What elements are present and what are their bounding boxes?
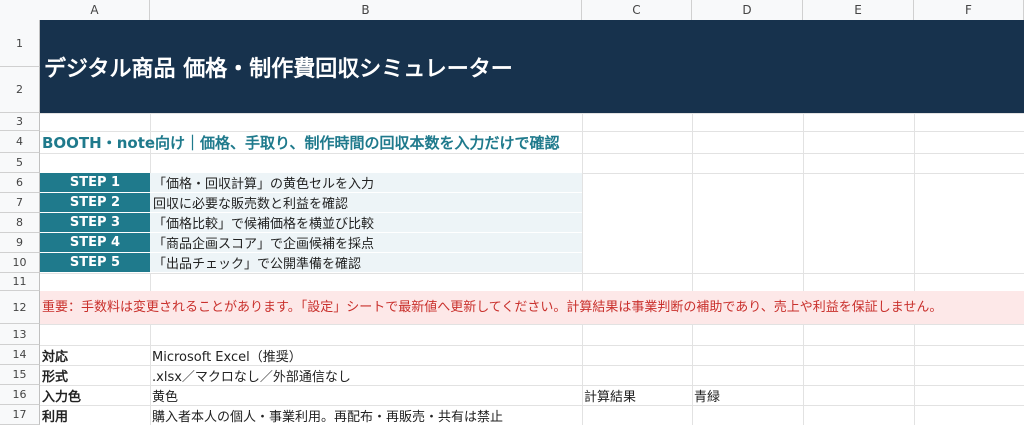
gridline [40,153,1024,154]
step-label-cell[interactable]: STEP 1 [40,173,150,193]
step-desc-cell[interactable]: 「価格比較」で候補価格を横並び比較 [150,213,582,233]
info-value-cell[interactable]: Microsoft Excel（推奨） [150,345,582,365]
info-label-cell[interactable]: 入力色 [40,385,150,405]
gridline [40,273,1024,274]
info-extra-cell-c[interactable]: 計算結果 [582,385,692,405]
row-header-13[interactable]: 13 [0,324,40,345]
step-desc-cell[interactable]: 回収に必要な販売数と利益を確認 [150,193,582,213]
row-header-9[interactable]: 9 [0,233,40,253]
info-value-cell[interactable]: 購入者本人の個人・事業利用。再配布・再販売・共有は禁止 [150,405,582,425]
step-label-cell[interactable]: STEP 5 [40,253,150,273]
info-extra-cell-d[interactable]: 青緑 [692,385,803,405]
row-header-3[interactable]: 3 [0,113,40,131]
column-header-f[interactable]: F [914,0,1024,20]
step-desc-cell[interactable]: 「価格・回収計算」の黄色セルを入力 [150,173,582,193]
row-header-17[interactable]: 17 [0,405,40,425]
gridline [40,324,1024,325]
column-header-c[interactable]: C [582,0,692,20]
spreadsheet: A B C D E F 1 2 3 4 5 6 7 8 9 10 11 12 1… [0,0,1024,425]
row-header-14[interactable]: 14 [0,345,40,365]
row-header-15[interactable]: 15 [0,365,40,385]
row-header-2[interactable]: 2 [0,67,40,113]
info-value-cell[interactable]: .xlsx／マクロなし／外部通信なし [150,365,582,385]
column-header-e[interactable]: E [803,0,914,20]
row-header-11[interactable]: 11 [0,273,40,291]
cell-grid: デジタル商品 価格・制作費回収シミュレーター BOOTH・note向け｜価格、手… [40,20,1024,425]
column-header-bar: A B C D E F [0,0,1024,21]
info-value-cell[interactable]: 黄色 [150,385,582,405]
step-label-cell[interactable]: STEP 4 [40,233,150,253]
row-header-5[interactable]: 5 [0,153,40,173]
row-header-16[interactable]: 16 [0,385,40,405]
row-header-6[interactable]: 6 [0,173,40,193]
step-label-cell[interactable]: STEP 3 [40,213,150,233]
row-header-12[interactable]: 12 [0,291,40,324]
info-label-cell[interactable]: 対応 [40,345,150,365]
row-header-1[interactable]: 1 [0,20,40,67]
row-header-8[interactable]: 8 [0,213,40,233]
info-label-cell[interactable]: 利用 [40,405,150,425]
row-header-4[interactable]: 4 [0,131,40,153]
column-header-a[interactable]: A [40,0,150,20]
row-header-7[interactable]: 7 [0,193,40,213]
sheet-subtitle-cell[interactable]: BOOTH・note向け｜価格、手取り、制作時間の回収本数を入力だけで確認 [40,131,1024,153]
step-label-cell[interactable]: STEP 2 [40,193,150,213]
column-header-d[interactable]: D [692,0,803,20]
row-header-10[interactable]: 10 [0,253,40,273]
notice-cell[interactable]: 重要：手数料は変更されることがあります。「設定」シートで最新値へ更新してください… [40,291,1024,324]
info-label-cell[interactable]: 形式 [40,365,150,385]
sheet-title-cell[interactable]: デジタル商品 価格・制作費回収シミュレーター [40,20,1024,113]
step-desc-cell[interactable]: 「出品チェック」で公開準備を確認 [150,253,582,273]
gridline [40,113,1024,114]
column-header-b[interactable]: B [150,0,582,20]
step-desc-cell[interactable]: 「商品企画スコア」で企画候補を採点 [150,233,582,253]
